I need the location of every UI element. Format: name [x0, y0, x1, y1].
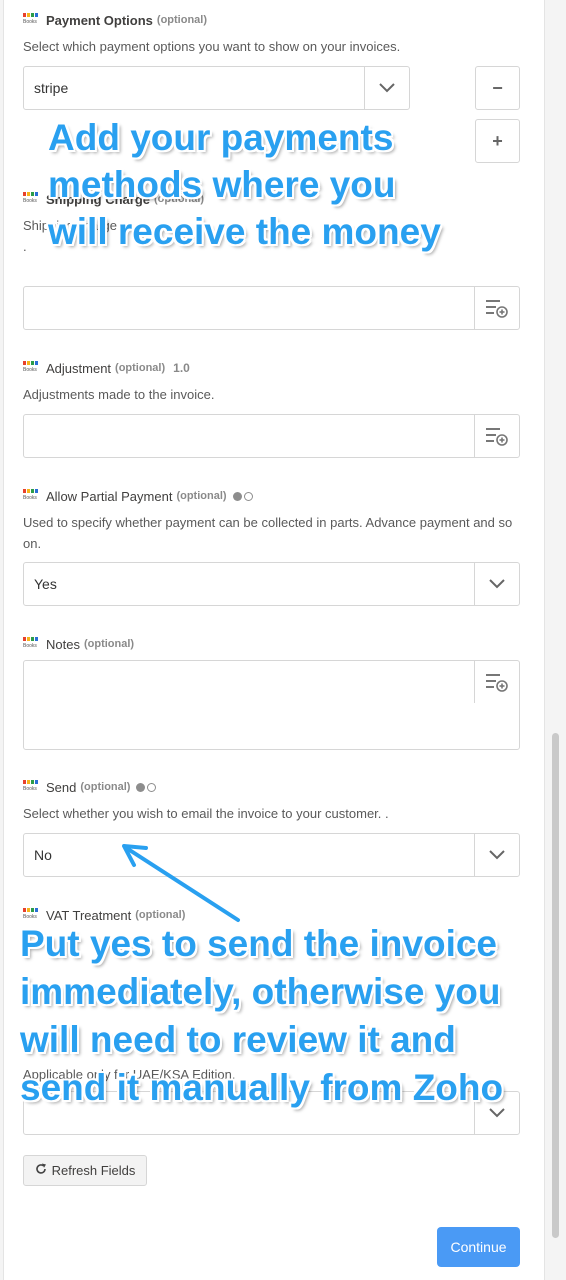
annotation-send-instructions: Put yes to send the invoice immediately,…	[20, 923, 504, 1108]
